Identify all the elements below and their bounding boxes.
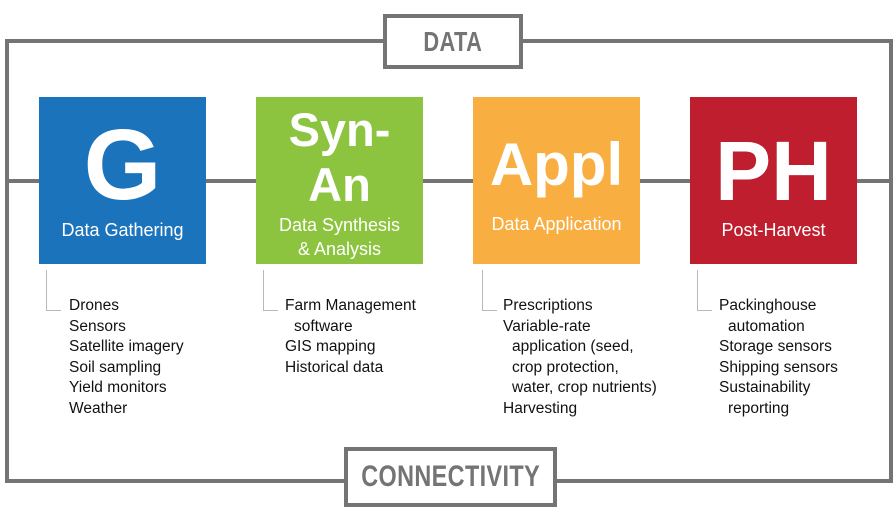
list-item: Weather — [69, 399, 128, 417]
stage-post-harvest: PH Post-Harvest — [690, 97, 857, 264]
gathering-items-list: Drones Sensors Satellite imagery Soil sampl… — [69, 296, 184, 420]
list-item: Packinghouse — [719, 297, 817, 314]
list-item: Yield monitors — [69, 379, 167, 397]
stage-name-line2: & Analysis — [297, 239, 382, 259]
stage-data-synthesis: Syn- An Data Synthesis & Analysis — [256, 97, 423, 264]
list-bracket — [482, 270, 497, 311]
stage-data-gathering: G Data Gathering — [39, 97, 206, 264]
data-label-box: DATA — [383, 14, 523, 69]
connectivity-label-box: CONNECTIVITY — [344, 447, 557, 507]
list-item: Prescriptions — [503, 297, 593, 314]
list-item: Sensors — [69, 317, 126, 335]
list-item: Satellite imagery — [69, 338, 184, 356]
list-item: crop protection, — [512, 358, 619, 376]
stage-data-application: Appl Data Application — [473, 97, 640, 264]
post-harvest-items-list: Packinghouse automation Storage sensors Shi… — [719, 296, 838, 420]
list-item: Storage sensors — [719, 338, 832, 356]
stage-abbr: Appl — [489, 131, 624, 198]
stage-abbr: PH — [715, 124, 832, 218]
list-bracket — [46, 270, 61, 311]
synthesis-items-list: Farm Management software GIS mapping Histor… — [285, 296, 416, 378]
list-item: Sustainability — [719, 379, 811, 397]
data-label: DATA — [423, 25, 483, 57]
stage-abbr-line1: Syn- — [288, 103, 391, 156]
list-bracket — [697, 270, 712, 311]
list-item: Variable-rate — [503, 317, 591, 335]
list-item: automation — [728, 317, 805, 335]
connectivity-label: CONNECTIVITY — [361, 460, 540, 493]
stage-name: Data Application — [491, 214, 622, 234]
application-items-list: Prescriptions Variable-rate application (s… — [503, 296, 657, 420]
list-item: software — [294, 317, 353, 335]
stage-name: Data Gathering — [61, 220, 184, 240]
list-item: application (seed, — [512, 338, 634, 356]
list-bracket — [263, 270, 278, 311]
list-item: Historical data — [285, 358, 384, 376]
list-item: water, crop nutrients) — [512, 379, 657, 397]
list-item: Harvesting — [503, 399, 578, 417]
list-item: Farm Management — [285, 297, 416, 314]
list-item: Soil sampling — [69, 358, 162, 376]
stage-name: Post-Harvest — [721, 220, 826, 240]
list-item: reporting — [728, 399, 790, 417]
list-item: Shipping sensors — [719, 358, 838, 376]
stage-abbr: G — [83, 109, 162, 221]
stage-name-line1: Data Synthesis — [278, 215, 401, 235]
list-item: Drones — [69, 297, 119, 314]
list-item: GIS mapping — [285, 338, 376, 356]
stage-abbr-line2: An — [308, 158, 371, 211]
